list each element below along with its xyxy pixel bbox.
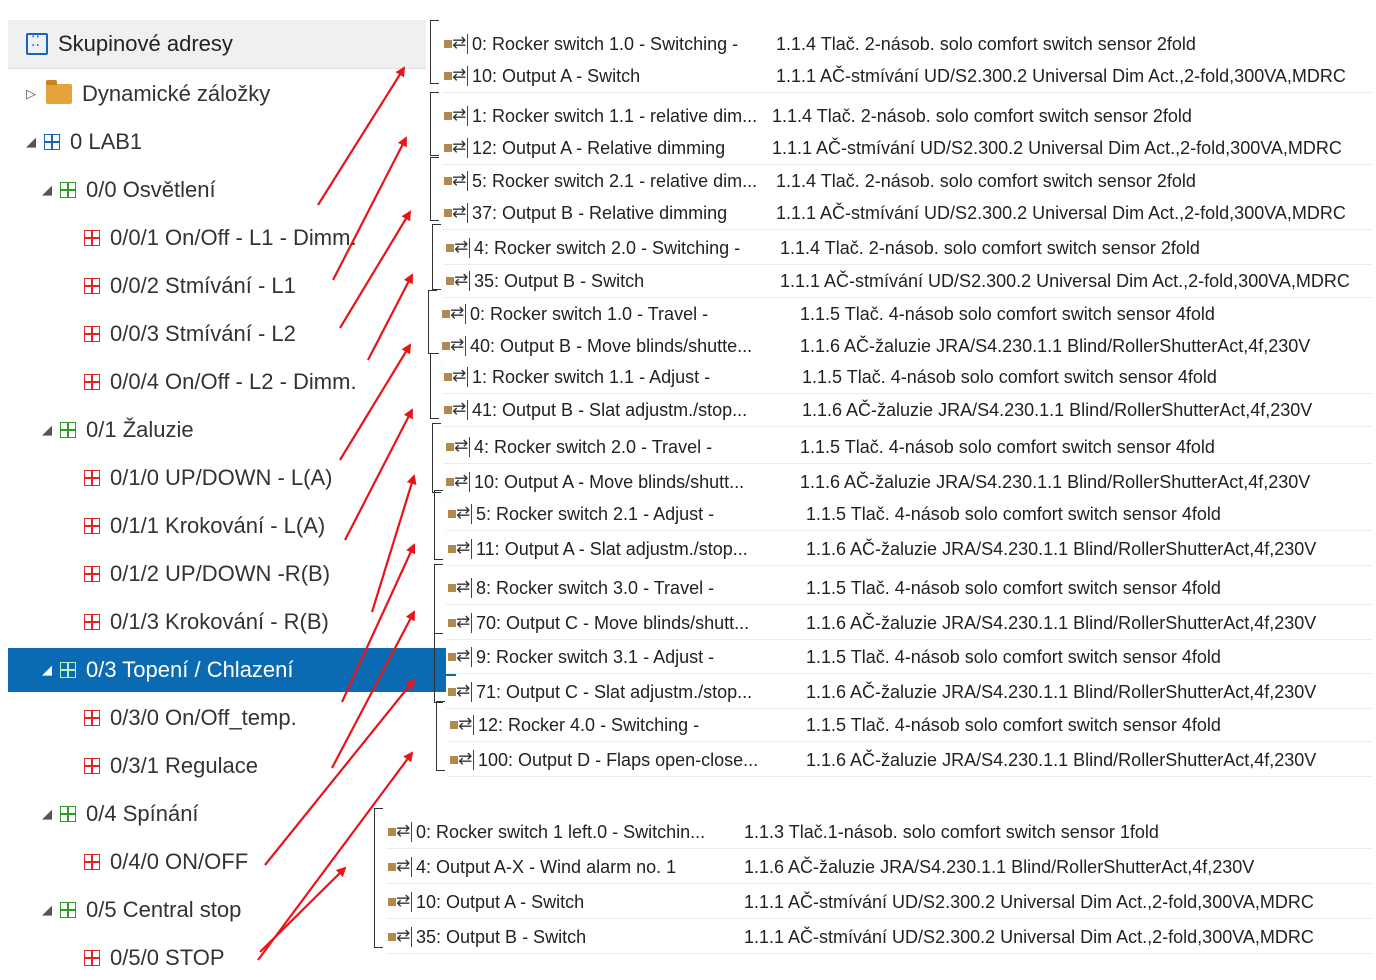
annotation-arrow [257, 751, 414, 961]
annotation-arrow [259, 866, 347, 953]
annotation-arrow [264, 678, 416, 866]
annotation-arrow [339, 210, 412, 329]
annotation-arrow [367, 273, 413, 361]
annotation-arrow [332, 136, 407, 281]
annotation-arrows [257, 66, 417, 961]
annotation-arrow [317, 66, 406, 206]
annotation-arrow [344, 408, 413, 541]
annotation-arrow [339, 343, 412, 461]
